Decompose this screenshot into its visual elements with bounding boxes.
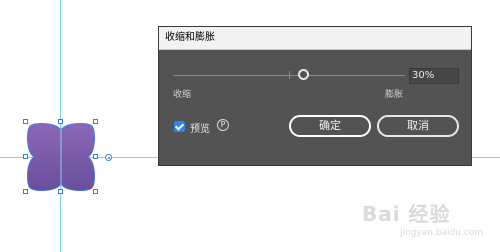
bbox-handle-middle-left[interactable]	[23, 154, 28, 159]
dialog-title: 收缩和膨胀	[159, 27, 471, 50]
pucker-bloat-dialog: 收缩和膨胀 30% 收缩 膨胀 预览 P 确定 取消	[158, 26, 472, 166]
baidu-watermark-logo: Bai 经验	[362, 202, 451, 226]
slider-left-label: 收缩	[173, 90, 192, 100]
rotation-center-icon[interactable]	[105, 154, 112, 161]
slider-right-label: 膨胀	[385, 90, 404, 100]
preview-shortcut-key: P	[217, 119, 229, 131]
baidu-watermark-url: jingyan.baidu.com	[400, 228, 484, 238]
cancel-button[interactable]: 取消	[377, 115, 459, 137]
bbox-handle-bottom-right[interactable]	[93, 189, 98, 194]
preview-checkbox[interactable]	[174, 121, 185, 132]
bbox-handle-top-right[interactable]	[93, 119, 98, 124]
amount-input[interactable]: 30%	[409, 68, 459, 84]
clover-shape	[26, 122, 96, 192]
slider-thumb[interactable]	[298, 69, 309, 80]
ok-button[interactable]: 确定	[289, 115, 371, 137]
preview-label[interactable]: 预览	[190, 120, 210, 135]
slider-center-tick	[289, 71, 290, 79]
bbox-handle-middle-right[interactable]	[93, 154, 98, 159]
bbox-handle-bottom-left[interactable]	[23, 189, 28, 194]
bbox-handle-top-center[interactable]	[58, 119, 63, 124]
bbox-handle-bottom-center[interactable]	[58, 189, 63, 194]
selected-shape[interactable]	[23, 119, 112, 194]
bbox-handle-top-left[interactable]	[23, 119, 28, 124]
